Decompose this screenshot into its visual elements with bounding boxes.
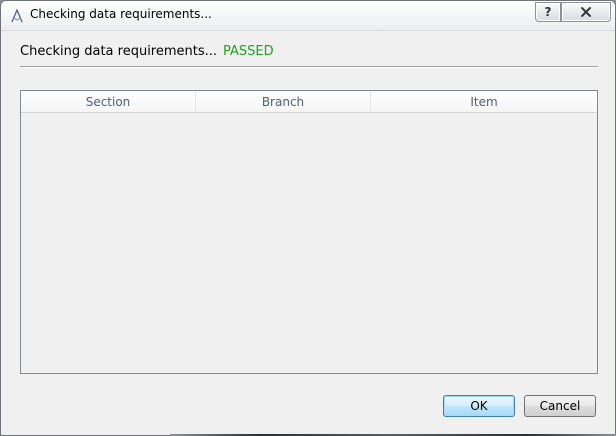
title-bar[interactable]: Checking data requirements... ? — [1, 1, 615, 31]
close-button[interactable] — [561, 2, 611, 22]
close-icon — [581, 7, 591, 17]
separator — [20, 66, 598, 68]
app-icon — [10, 8, 24, 23]
column-header-section[interactable]: Section — [21, 91, 196, 112]
dialog-content: Checking data requirements... PASSED Sect… — [9, 31, 607, 427]
status-message: Checking data requirements... — [20, 44, 218, 59]
cancel-button[interactable]: Cancel — [524, 395, 596, 417]
status-result: PASSED — [223, 44, 274, 59]
column-header-item[interactable]: Item — [371, 91, 597, 112]
help-button[interactable]: ? — [535, 2, 561, 22]
status-line: Checking data requirements... PASSED — [20, 44, 274, 59]
window-title: Checking data requirements... — [30, 7, 212, 21]
help-icon: ? — [544, 5, 552, 19]
column-header-branch[interactable]: Branch — [196, 91, 371, 112]
requirements-table[interactable]: Section Branch Item — [20, 90, 598, 374]
ok-button[interactable]: OK — [443, 395, 515, 417]
table-header: Section Branch Item — [21, 91, 597, 113]
dialog-window: Checking data requirements... ? Checking… — [0, 0, 616, 436]
